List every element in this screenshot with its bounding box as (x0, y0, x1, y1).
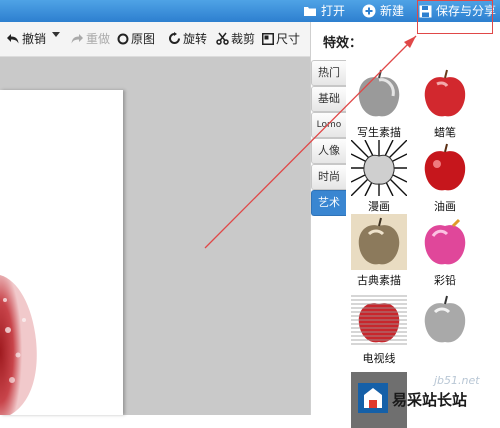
annotation-arrow (204, 35, 417, 249)
annotation-highlight-box (417, 0, 493, 34)
watermark: jb51.net 易采站长站 (352, 374, 500, 415)
watermark-site-name: 易采站长站 (392, 391, 468, 409)
watermark-logo (358, 383, 388, 413)
watermark-url: jb51.net (434, 374, 480, 387)
